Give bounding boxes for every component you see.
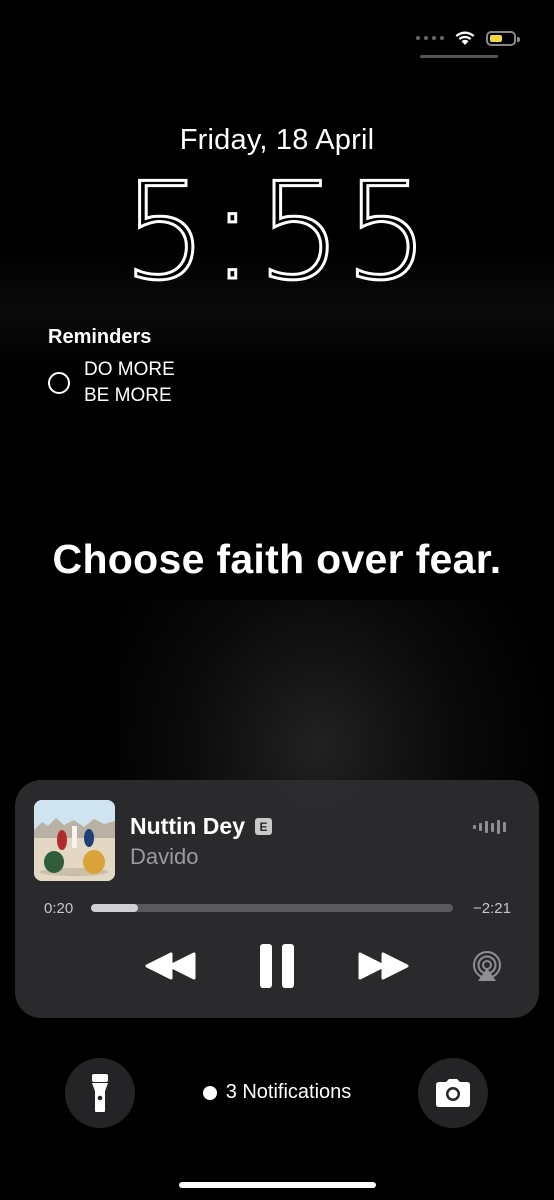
lockscreen-time: 5:55	[121, 154, 432, 310]
track-title: Nuttin Dey	[130, 813, 245, 839]
battery-fill	[490, 34, 502, 42]
notifications-label: 3 Notifications	[225, 1081, 352, 1103]
home-indicator[interactable]	[179, 1182, 376, 1188]
explicit-badge: E	[255, 818, 272, 835]
camera-icon	[436, 1079, 470, 1107]
track-title-row: Nuttin Dey E	[130, 813, 272, 840]
wallpaper-quote: Choose faith over fear.	[52, 536, 502, 582]
reminder-text: DO MORE BE MORE	[84, 357, 175, 409]
album-art[interactable]: · · ·	[34, 800, 115, 881]
airplay-button[interactable]	[470, 947, 504, 987]
reminder-item[interactable]: DO MORE BE MORE	[48, 357, 175, 409]
reminder-checkbox[interactable]	[48, 372, 70, 394]
pause-icon	[260, 944, 294, 988]
status-bar	[416, 24, 520, 52]
playback-scrubber[interactable]	[91, 904, 453, 912]
waveform-icon	[473, 820, 506, 834]
pause-button[interactable]	[255, 941, 299, 991]
cellular-dots-icon	[416, 36, 444, 40]
rewind-button[interactable]	[143, 943, 199, 989]
battery-icon	[486, 30, 520, 46]
clock-container: 5:55	[0, 154, 554, 310]
widget-title: Reminders	[48, 326, 152, 348]
svg-text:· · ·: · · ·	[71, 873, 77, 878]
track-artist: Davido	[130, 844, 199, 869]
notification-dot-icon	[202, 1085, 217, 1100]
lockscreen-date: Friday, 18 April	[179, 124, 375, 156]
airplay-icon	[473, 951, 501, 981]
reminder-line: BE MORE	[84, 385, 172, 406]
fast-forward-button[interactable]	[355, 943, 411, 989]
wifi-icon	[454, 30, 476, 46]
playback-progress-fill	[91, 904, 139, 912]
rewind-icon	[145, 952, 196, 980]
remaining-time: −2:21	[473, 900, 511, 917]
status-bar-indicator	[420, 55, 498, 58]
elapsed-time: 0:20	[44, 900, 74, 917]
reminder-line: DO MORE	[84, 359, 175, 380]
camera-button[interactable]	[418, 1058, 488, 1128]
reminders-widget[interactable]: Reminders DO MORE BE MORE	[48, 326, 175, 409]
fast-forward-icon	[358, 952, 409, 980]
now-playing-widget[interactable]: · · · Nuttin Dey E Davido 0:20 −2:21	[15, 780, 539, 1018]
